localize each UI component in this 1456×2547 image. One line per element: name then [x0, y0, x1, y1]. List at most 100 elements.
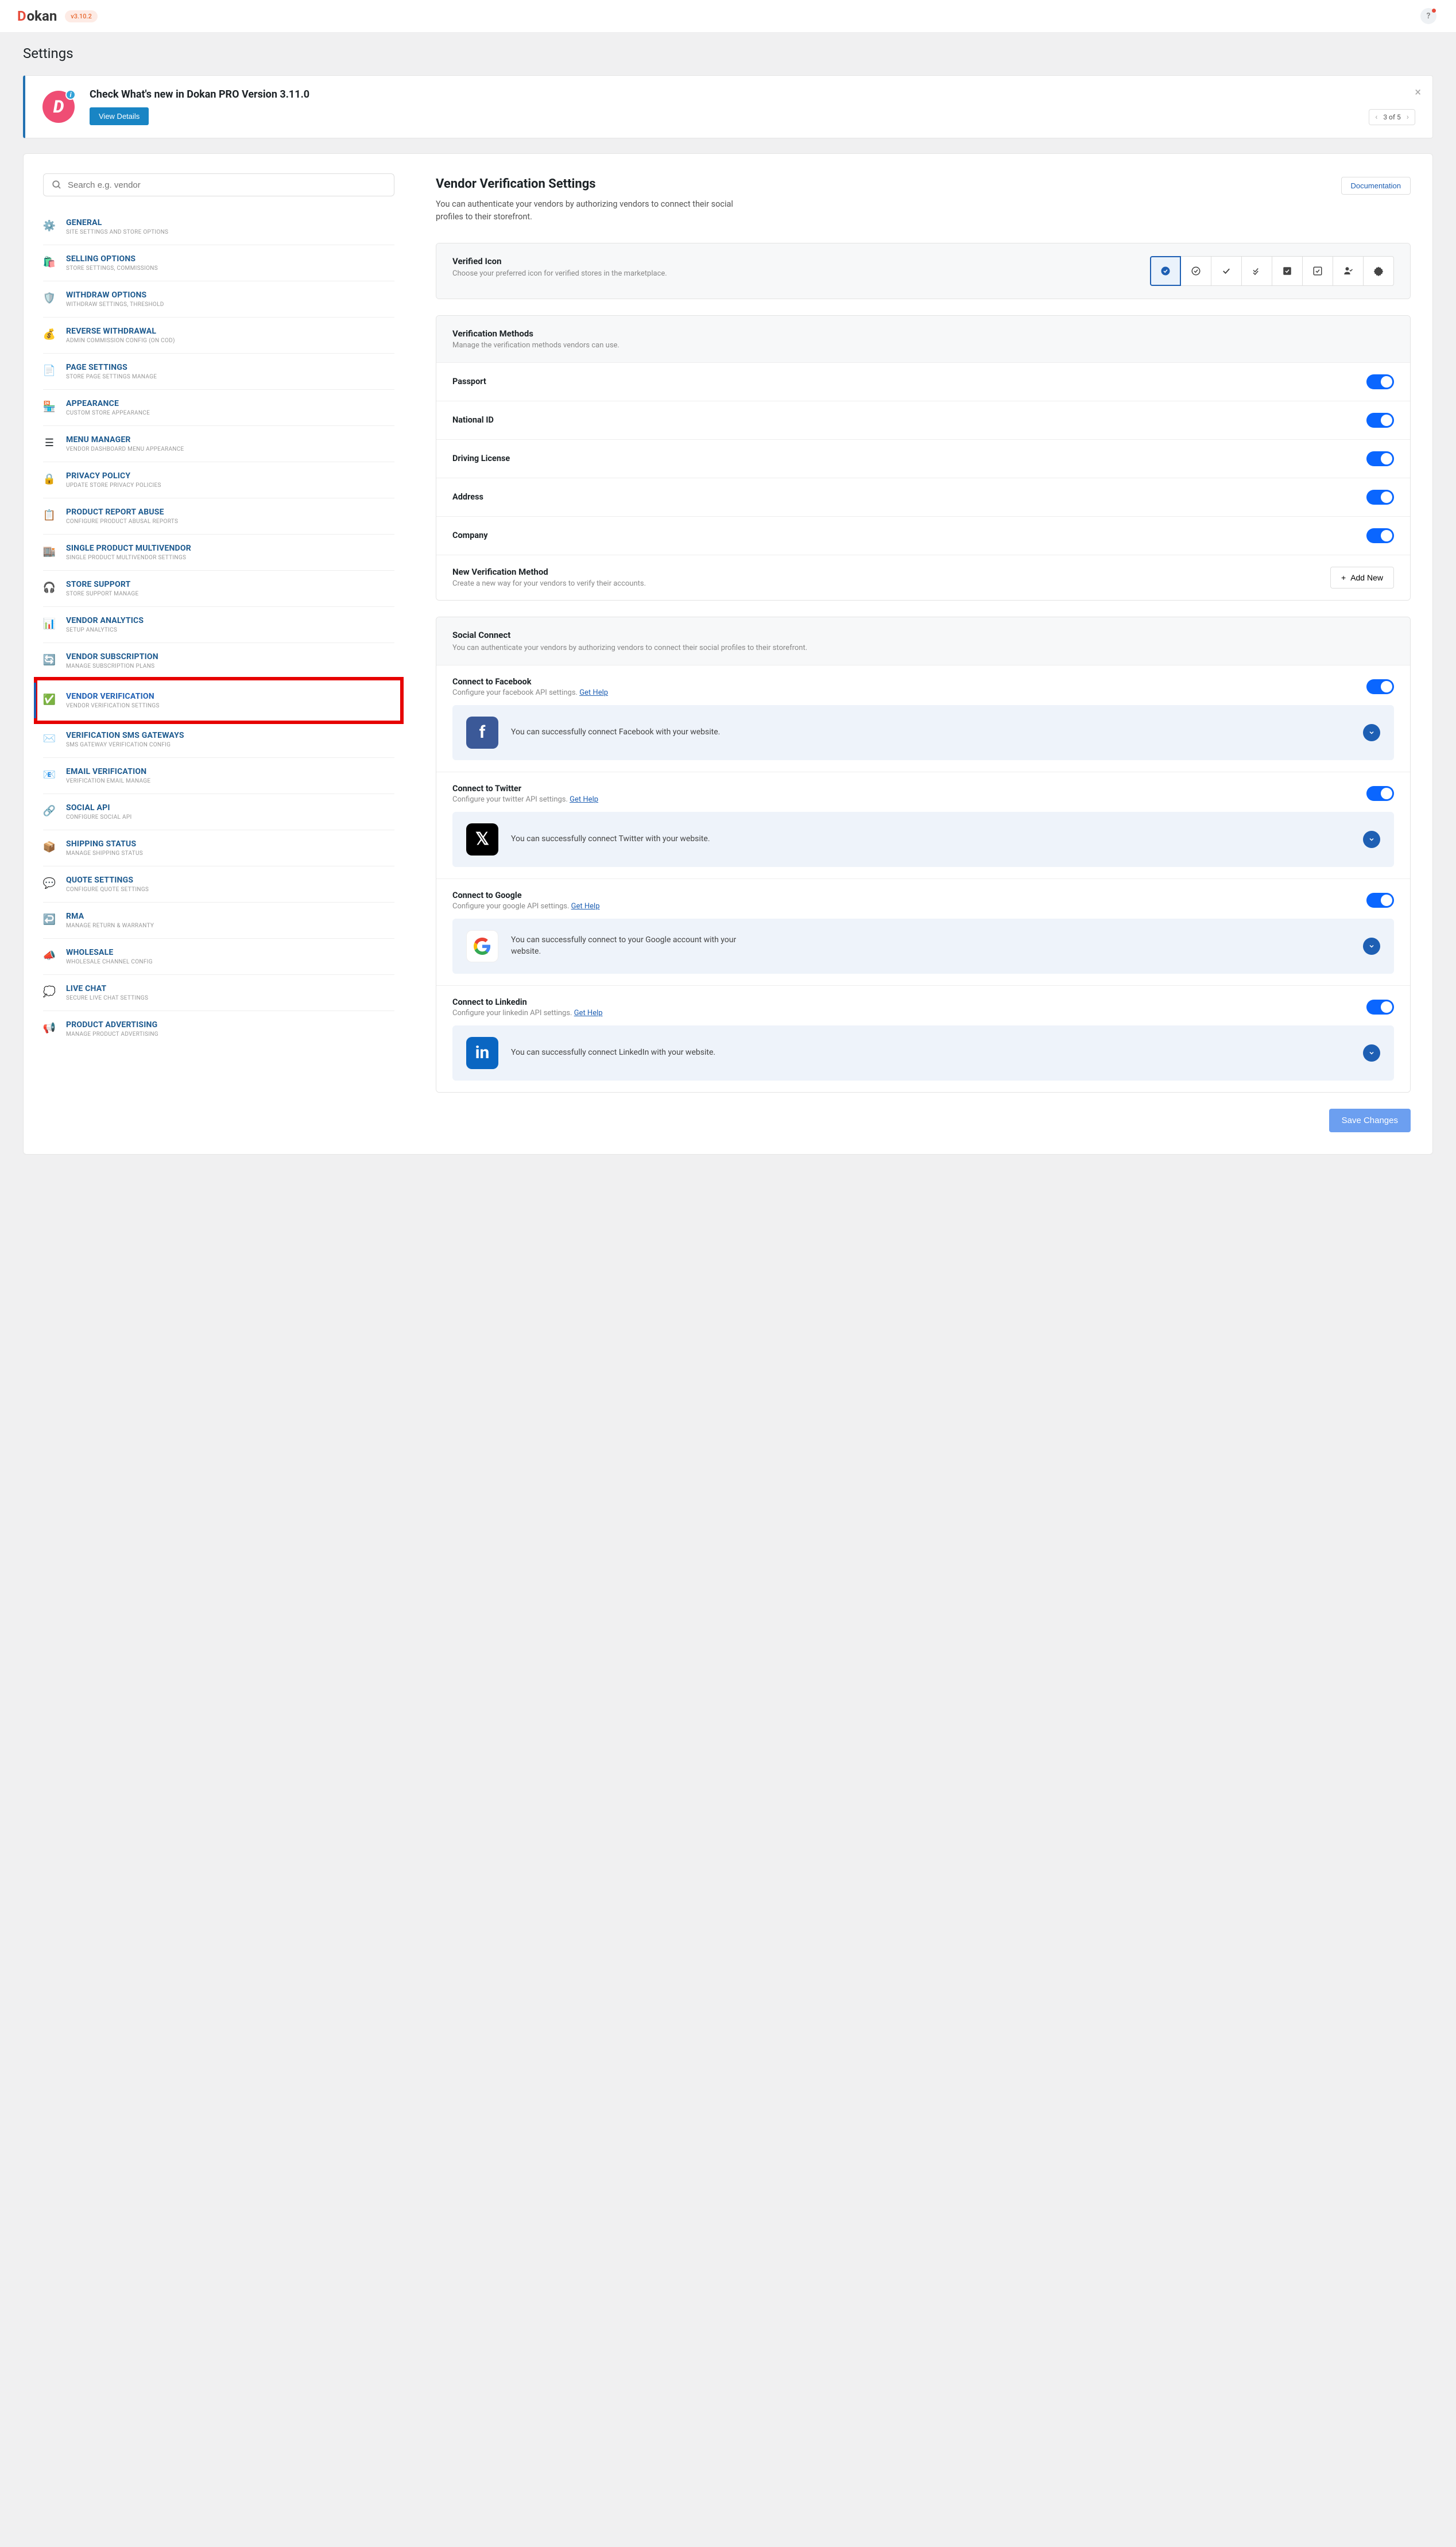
get-help-link[interactable]: Get Help	[570, 795, 598, 804]
page-title-wrap: Settings	[0, 33, 1456, 68]
sidebar-item-single-product-multivendor[interactable]: 🏬SINGLE PRODUCT MULTIVENDORSINGLE PRODUC…	[43, 535, 394, 571]
toggle-switch[interactable]	[1366, 786, 1394, 801]
sidebar-item-social-api[interactable]: 🔗SOCIAL APICONFIGURE SOCIAL API	[43, 794, 394, 830]
nav-item-sub: CONFIGURE PRODUCT ABUSAL REPORTS	[66, 518, 178, 525]
sidebar-item-general[interactable]: ⚙️GENERALSITE SETTINGS AND STORE OPTIONS	[43, 209, 394, 245]
sidebar-item-live-chat[interactable]: 💭LIVE CHATSECURE LIVE CHAT SETTINGS	[43, 975, 394, 1011]
nav-item-title: SOCIAL API	[66, 803, 131, 812]
icon-option-check-circle-filled[interactable]	[1150, 256, 1181, 286]
view-details-button[interactable]: View Details	[90, 107, 149, 125]
nav-icon: 🔒	[43, 473, 56, 485]
sidebar-item-privacy-policy[interactable]: 🔒PRIVACY POLICYUPDATE STORE PRIVACY POLI…	[43, 462, 394, 498]
nav-icon: 🎧	[43, 581, 56, 594]
connect-message: You can successfully connect Facebook wi…	[511, 727, 720, 738]
sidebar-item-appearance[interactable]: 🏪APPEARANCECUSTOM STORE APPEARANCE	[43, 390, 394, 426]
toggle-switch[interactable]	[1366, 374, 1394, 389]
nav-icon: ☰	[43, 436, 56, 449]
nav-item-title: QUOTE SETTINGS	[66, 876, 149, 885]
sidebar-item-vendor-subscription[interactable]: 🔄VENDOR SUBSCRIPTIONMANAGE SUBSCRIPTION …	[43, 643, 394, 679]
sidebar-item-vendor-analytics[interactable]: 📊VENDOR ANALYTICSSETUP ANALYTICS	[43, 607, 394, 643]
verified-icon-title: Verified Icon	[452, 256, 667, 266]
search-input-wrap[interactable]	[43, 173, 394, 196]
chevron-right-icon[interactable]: ›	[1407, 113, 1409, 122]
nav-item-title: VENDOR SUBSCRIPTION	[66, 652, 158, 661]
chevron-down-icon[interactable]	[1363, 938, 1380, 955]
sidebar-item-shipping-status[interactable]: 📦SHIPPING STATUSMANAGE SHIPPING STATUS	[43, 830, 394, 866]
sidebar-item-store-support[interactable]: 🎧STORE SUPPORTSTORE SUPPORT MANAGE	[43, 571, 394, 607]
sidebar-item-vendor-verification[interactable]: ✅VENDOR VERIFICATIONVENDOR VERIFICATION …	[34, 683, 394, 718]
icon-option-badge[interactable]	[1363, 256, 1394, 286]
nav-item-title: GENERAL	[66, 218, 168, 227]
nav-item-title: RMA	[66, 912, 154, 921]
icon-option-user-check[interactable]	[1333, 256, 1364, 286]
chevron-left-icon[interactable]: ‹	[1375, 113, 1377, 122]
icon-option-check-square-outline[interactable]	[1302, 256, 1333, 286]
connect-section: Connect to LinkedinConfigure your linked…	[436, 985, 1410, 1092]
page-title: Settings	[23, 45, 1433, 61]
add-new-button[interactable]: + Add New	[1330, 567, 1394, 589]
method-row: Driving License	[436, 439, 1410, 478]
nav-item-sub: STORE PAGE SETTINGS MANAGE	[66, 374, 157, 380]
nav-icon: 💬	[43, 877, 56, 889]
nav-item-sub: MANAGE SHIPPING STATUS	[66, 850, 143, 857]
nav-icon: 📋	[43, 509, 56, 521]
sidebar-item-menu-manager[interactable]: ☰MENU MANAGERVENDOR DASHBOARD MENU APPEA…	[43, 426, 394, 462]
sidebar-item-withdraw-options[interactable]: 🛡️WITHDRAW OPTIONSWITHDRAW SETTINGS, THR…	[43, 281, 394, 318]
toggle-switch[interactable]	[1366, 490, 1394, 505]
get-help-link[interactable]: Get Help	[574, 1009, 603, 1017]
nav-item-sub: MANAGE RETURN & WARRANTY	[66, 923, 154, 929]
get-help-link[interactable]: Get Help	[579, 688, 608, 697]
chevron-down-icon[interactable]	[1363, 1044, 1380, 1062]
documentation-button[interactable]: Documentation	[1341, 177, 1411, 195]
icon-option-check-circle-outline[interactable]	[1180, 256, 1211, 286]
sidebar-item-product-advertising[interactable]: 📢PRODUCT ADVERTISINGMANAGE PRODUCT ADVER…	[43, 1011, 394, 1047]
topbar: Dokan v3.10.2 ?	[0, 0, 1456, 33]
toggle-switch[interactable]	[1366, 1000, 1394, 1015]
toggle-switch[interactable]	[1366, 413, 1394, 428]
method-label: National ID	[452, 415, 494, 425]
connect-sub: Configure your linkedin API settings. Ge…	[452, 1009, 603, 1017]
help-button[interactable]: ?	[1420, 8, 1436, 24]
icon-option-double-check[interactable]	[1241, 256, 1272, 286]
sidebar-item-email-verification[interactable]: 📧EMAIL VERIFICATIONVERIFICATION EMAIL MA…	[43, 758, 394, 794]
notice-title: Check What's new in Dokan PRO Version 3.…	[90, 88, 309, 100]
connect-section: Connect to FacebookConfigure your facebo…	[436, 665, 1410, 772]
methods-title: Verification Methods	[452, 328, 1394, 339]
connect-title: Connect to Twitter	[452, 784, 598, 793]
sidebar-item-page-settings[interactable]: 📄PAGE SETTINGSSTORE PAGE SETTINGS MANAGE	[43, 354, 394, 390]
connect-section: Connect to GoogleConfigure your google A…	[436, 878, 1410, 985]
icon-option-check[interactable]	[1211, 256, 1242, 286]
get-help-link[interactable]: Get Help	[571, 902, 600, 911]
toggle-switch[interactable]	[1366, 679, 1394, 694]
chevron-down-icon[interactable]	[1363, 724, 1380, 741]
nav-icon: 📢	[43, 1021, 56, 1034]
toggle-switch[interactable]	[1366, 528, 1394, 543]
sidebar-item-reverse-withdrawal[interactable]: 💰REVERSE WITHDRAWALADMIN COMMISSION CONF…	[43, 318, 394, 354]
methods-panel: Verification Methods Manage the verifica…	[436, 315, 1411, 601]
nav-item-title: MENU MANAGER	[66, 435, 184, 444]
content-area: Vendor Verification Settings Documentati…	[414, 154, 1432, 1154]
sidebar-item-quote-settings[interactable]: 💬QUOTE SETTINGSCONFIGURE QUOTE SETTINGS	[43, 866, 394, 903]
chevron-down-icon[interactable]	[1363, 831, 1380, 848]
toggle-switch[interactable]	[1366, 451, 1394, 466]
sidebar-item-wholesale[interactable]: 📣WHOLESALEWHOLESALE CHANNEL CONFIG	[43, 939, 394, 975]
nav-item-title: PRODUCT REPORT ABUSE	[66, 508, 178, 517]
version-badge: v3.10.2	[65, 10, 98, 22]
icon-option-check-square-filled[interactable]	[1272, 256, 1303, 286]
close-icon[interactable]: ×	[1415, 85, 1421, 99]
toggle-switch[interactable]	[1366, 893, 1394, 908]
social-title: Social Connect	[452, 630, 1394, 640]
nav-icon: 🔗	[43, 804, 56, 817]
pager-text: 3 of 5	[1383, 113, 1400, 121]
save-changes-button[interactable]: Save Changes	[1329, 1109, 1411, 1132]
sidebar-item-selling-options[interactable]: 🛍️SELLING OPTIONSSTORE SETTINGS, COMMISS…	[43, 245, 394, 281]
nav-icon: 📄	[43, 364, 56, 377]
sidebar-item-verification-sms-gateways[interactable]: ✉️VERIFICATION SMS GATEWAYSSMS GATEWAY V…	[43, 722, 394, 758]
search-icon	[52, 180, 62, 190]
sidebar-item-product-report-abuse[interactable]: 📋 PRODUCT REPORT ABUSECONFIGURE PRODUCT A…	[43, 498, 394, 535]
search-input[interactable]	[68, 180, 386, 190]
nav-icon: 🏪	[43, 400, 56, 413]
sidebar-item-rma[interactable]: ↩️ RMA MANAGE RETURN & WARRANTY	[43, 903, 394, 939]
nav-icon: ↩️	[43, 913, 56, 926]
nav-list: ⚙️GENERALSITE SETTINGS AND STORE OPTIONS…	[43, 209, 394, 1047]
